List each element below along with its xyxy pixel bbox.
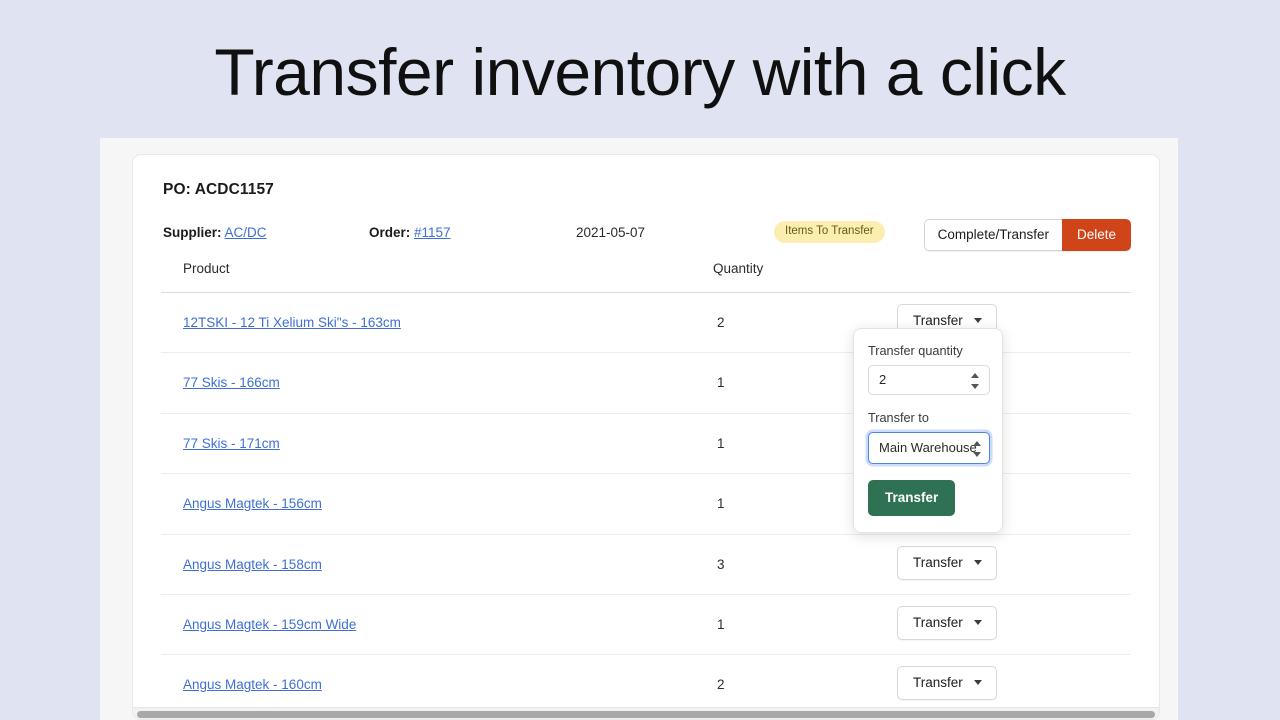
slide: Transfer inventory with a click PO: ACDC…	[0, 0, 1280, 720]
transfer-button-label: Transfer	[913, 675, 963, 691]
column-header-quantity: Quantity	[713, 261, 764, 276]
table-row: Angus Magtek - 158cm 3 Transfer	[161, 535, 1131, 595]
action-cell: Transfer	[897, 666, 997, 701]
transfer-dropdown-button[interactable]: Transfer	[897, 605, 997, 640]
transfer-dropdown-button[interactable]: Transfer	[897, 666, 997, 701]
product-link[interactable]: Angus Magtek - 160cm	[183, 677, 322, 692]
product-link[interactable]: Angus Magtek - 156cm	[183, 496, 322, 511]
number-stepper-icon[interactable]	[971, 373, 980, 389]
product-link[interactable]: 77 Skis - 171cm	[183, 436, 280, 451]
table-row: Angus Magtek - 160cm 2 Transfer	[161, 655, 1131, 714]
app-frame: PO: ACDC1157 Supplier: AC/DC Order: #115…	[100, 138, 1178, 720]
order-link[interactable]: #1157	[414, 225, 451, 240]
action-cell: Transfer	[897, 545, 997, 580]
quantity-cell: 3	[717, 556, 725, 572]
transfer-destination-value: Main Warehouse	[879, 440, 977, 455]
select-stepper-icon[interactable]	[973, 441, 982, 457]
header-action-buttons: Complete/Transfer Delete	[923, 219, 1131, 251]
select-up-icon[interactable]	[973, 441, 981, 446]
table-header-row: Product Quantity	[161, 261, 1131, 293]
product-cell: Angus Magtek - 159cm Wide	[183, 617, 356, 632]
product-cell: 12TSKI - 12 Ti Xelium Ski"s - 163cm	[183, 315, 401, 330]
supplier-link[interactable]: AC/DC	[225, 225, 267, 240]
chevron-down-icon	[973, 619, 982, 625]
order-field: Order: #1157	[369, 225, 451, 240]
page-title: Transfer inventory with a click	[214, 35, 1066, 109]
stepper-down-icon[interactable]	[971, 384, 979, 389]
order-date: 2021-05-07	[576, 225, 646, 240]
product-cell: Angus Magtek - 158cm	[183, 557, 322, 572]
complete-transfer-button[interactable]: Complete/Transfer	[923, 219, 1062, 251]
supplier-label: Supplier:	[163, 225, 222, 240]
product-link[interactable]: Angus Magtek - 158cm	[183, 557, 322, 572]
transfer-quantity-value: 2	[879, 372, 887, 387]
transfer-button-label: Transfer	[913, 614, 963, 630]
quantity-cell: 1	[717, 616, 725, 632]
transfer-quantity-input[interactable]: 2	[868, 365, 990, 395]
transfer-destination-select[interactable]: Main Warehouse	[868, 432, 990, 464]
table-row: Angus Magtek - 159cm Wide 1 Transfer	[161, 595, 1131, 656]
product-cell: Angus Magtek - 156cm	[183, 496, 322, 511]
product-link[interactable]: 12TSKI - 12 Ti Xelium Ski"s - 163cm	[183, 315, 401, 330]
quantity-cell: 1	[717, 375, 725, 391]
order-label: Order:	[369, 225, 411, 240]
confirm-transfer-button[interactable]: Transfer	[868, 480, 956, 516]
transfer-quantity-label: Transfer quantity	[868, 344, 963, 358]
chevron-down-icon	[973, 559, 982, 565]
product-link[interactable]: 77 Skis - 166cm	[183, 375, 280, 390]
product-cell: 77 Skis - 171cm	[183, 436, 280, 451]
quantity-cell: 2	[717, 315, 725, 330]
select-down-icon[interactable]	[973, 452, 981, 457]
scrollbar-thumb[interactable]	[137, 711, 1155, 718]
transfer-dropdown-button[interactable]: Transfer	[897, 545, 997, 580]
product-cell: 77 Skis - 166cm	[183, 375, 280, 390]
stepper-up-icon[interactable]	[971, 373, 979, 378]
chevron-down-icon	[973, 318, 982, 323]
transfer-button-label: Transfer	[913, 313, 963, 328]
product-cell: Angus Magtek - 160cm	[183, 677, 322, 692]
supplier-field: Supplier: AC/DC	[163, 225, 267, 240]
product-link[interactable]: Angus Magtek - 159cm Wide	[183, 617, 356, 632]
po-number: PO: ACDC1157	[163, 181, 274, 198]
quantity-cell: 1	[717, 435, 725, 451]
horizontal-scrollbar[interactable]	[133, 707, 1159, 719]
quantity-cell: 1	[717, 496, 725, 512]
card-content: PO: ACDC1157 Supplier: AC/DC Order: #115…	[133, 155, 1159, 719]
quantity-cell: 2	[717, 677, 725, 693]
status-badge: Items To Transfer	[774, 221, 885, 243]
transfer-to-label: Transfer to	[868, 411, 929, 425]
column-header-product: Product	[183, 261, 230, 276]
po-meta-row: Supplier: AC/DC Order: #1157 2021-05-07 …	[161, 219, 1131, 251]
transfer-button-label: Transfer	[913, 554, 963, 570]
transfer-popover: Transfer quantity 2 Transfer to Main War…	[853, 328, 1003, 533]
action-cell: Transfer	[897, 605, 997, 640]
purchase-order-card: PO: ACDC1157 Supplier: AC/DC Order: #115…	[132, 154, 1160, 720]
delete-button[interactable]: Delete	[1061, 219, 1131, 251]
chevron-down-icon	[973, 680, 982, 686]
